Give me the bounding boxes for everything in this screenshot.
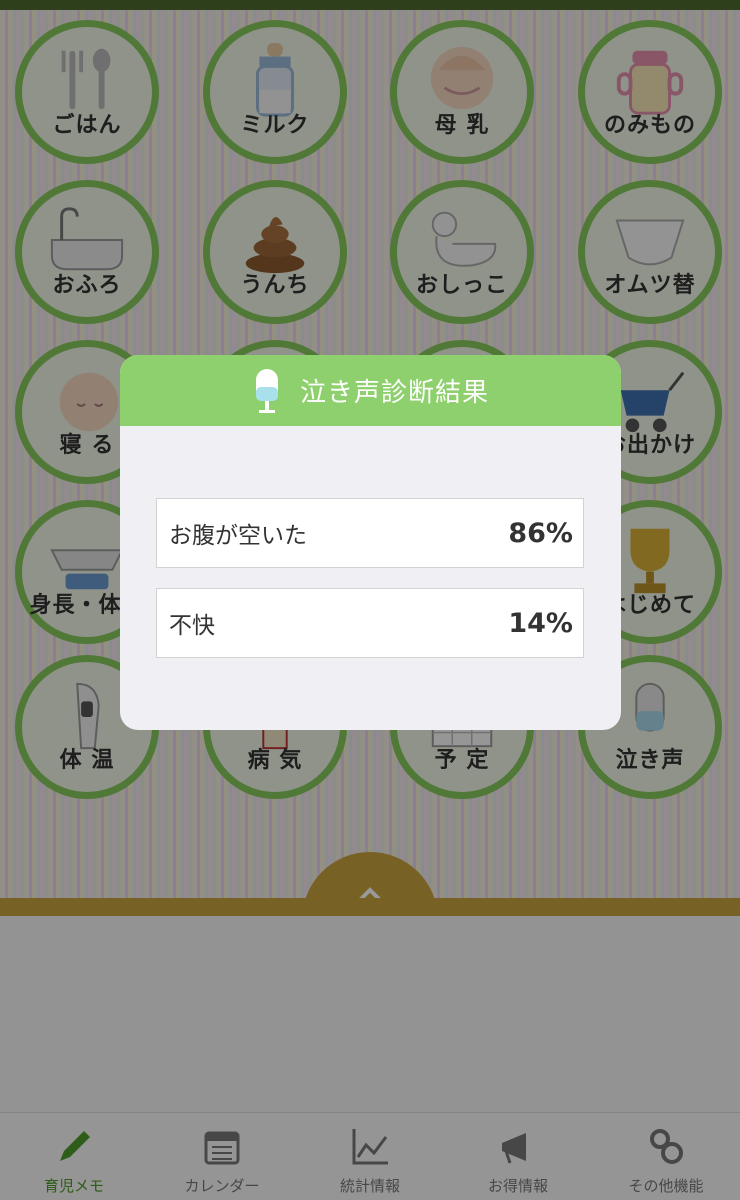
- cry-diagnosis-dialog: 泣き声診断結果 お腹が空いた 86% 不快 14%: [120, 355, 621, 730]
- result-row: 不快 14%: [156, 588, 584, 658]
- result-row: お腹が空いた 86%: [156, 498, 584, 568]
- result-percent: 86%: [508, 517, 573, 549]
- result-percent: 14%: [508, 607, 573, 639]
- result-label: お腹が空いた: [169, 523, 307, 549]
- microphone-icon: [255, 368, 278, 413]
- dialog-title: 泣き声診断結果: [299, 378, 489, 408]
- result-label: 不快: [169, 613, 215, 639]
- dialog-header: 泣き声診断結果: [120, 355, 621, 426]
